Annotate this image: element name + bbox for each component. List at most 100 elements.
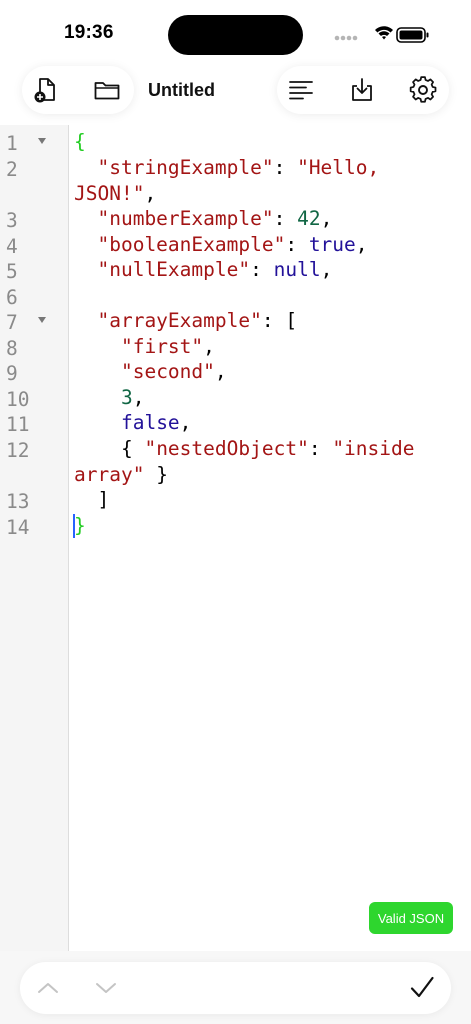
json-string: "first" [120,335,204,358]
line-number: 13 [6,490,30,513]
download-button[interactable] [346,74,378,106]
code-line: false, [74,410,191,436]
line-number: 1 [6,132,18,155]
wifi-icon [375,26,393,40]
next-error-button[interactable] [90,972,122,1004]
line-number: 12 [6,439,30,462]
json-string: "second" [120,360,215,383]
settings-button[interactable] [407,74,439,106]
status-bar: 19:36 [0,0,471,66]
json-key: "numberExample" [97,207,274,230]
punctuation: : [273,207,298,230]
json-string: JSON!" [74,182,145,205]
punctuation: , [144,182,157,205]
json-string: array" [74,463,145,486]
json-boolean: false [120,411,180,434]
code-line: 3, [74,385,145,411]
line-number: 9 [6,362,18,385]
punctuation: , [203,335,215,358]
validation-status-badge: Valid JSON [369,902,453,934]
json-string: "Hello, [297,156,380,179]
punctuation: , [355,233,368,256]
line-number: 11 [6,413,30,436]
punctuation: , [320,207,333,230]
signal-icon [334,35,358,41]
download-icon [352,78,372,101]
code-line: "numberExample": 42, [74,206,332,232]
matched-brace: } [74,514,86,537]
line-number: 3 [6,209,18,232]
status-icons [334,26,429,43]
code-line: { "nestedObject": "inside [74,436,415,462]
gutter-line: 8 [0,334,68,360]
text-cursor [73,514,75,538]
matched-brace: { [74,130,86,153]
new-document-button[interactable] [30,74,62,106]
punctuation: , [179,411,192,434]
punctuation: { [120,437,145,460]
punctuation: , [132,386,145,409]
previous-error-button[interactable] [32,972,64,1004]
gutter-line: 2 [0,155,68,181]
gear-icon [409,76,437,103]
bottom-navigation-bar [20,962,451,1014]
code-line: "booleanExample": true, [74,232,368,258]
punctuation: , [214,360,227,383]
line-number: 6 [6,286,18,309]
new-document-icon [34,78,55,103]
code-line: "arrayExample": [ [74,308,297,334]
code-line: "first", [74,334,215,360]
gutter-line: 9 [0,359,68,385]
gutter-line: 7 [0,308,68,334]
chevron-up-icon [38,983,58,993]
validate-button[interactable] [406,972,438,1004]
json-null: null [273,258,321,281]
gutter-line: 12 [0,436,68,462]
json-boolean: true [308,233,356,256]
open-folder-button[interactable] [91,74,123,106]
code-editor[interactable]: 1 2 3 4 5 6 7 8 9 10 11 12 13 14 {"stri… [0,125,471,951]
format-icon [289,81,313,100]
punctuation: [ [285,309,298,332]
code-line: "stringExample": "Hello, [74,155,379,181]
format-button[interactable] [285,74,317,106]
chevron-down-icon [96,983,116,993]
gutter-line: 10 [0,385,68,411]
toolbar-right-group [277,66,449,114]
gutter-line: 14 [0,513,68,539]
gutter-line: 6 [0,283,68,309]
json-key: "nullExample" [97,258,251,281]
gutter-line: 3 [0,206,68,232]
line-number: 7 [6,311,18,334]
folder-icon [94,82,120,100]
code-line: "second", [74,359,227,385]
fold-arrow-icon[interactable] [38,138,46,144]
punctuation: : [273,156,298,179]
json-number: 42 [297,207,321,230]
punctuation: : [308,437,333,460]
line-number: 2 [6,158,18,181]
punctuation: } [144,463,168,486]
json-key: "nestedObject" [144,437,309,460]
fold-arrow-icon[interactable] [38,317,46,323]
document-title[interactable]: Untitled [148,80,215,101]
line-number-gutter: 1 2 3 4 5 6 7 8 9 10 11 12 13 14 [0,125,69,951]
line-number: 14 [6,516,30,539]
toolbar-left-group [22,66,134,114]
dynamic-island [168,15,303,55]
code-line: { [74,129,86,155]
line-number: 8 [6,337,18,360]
code-line: "nullExample": null, [74,257,332,283]
line-number: 10 [6,388,30,411]
punctuation: : [250,258,274,281]
punctuation: : [285,233,309,256]
gutter-line: 4 [0,232,68,258]
json-string: "inside [332,437,415,460]
json-number: 3 [120,386,133,409]
json-key: "stringExample" [97,156,274,179]
line-number: 4 [6,235,18,258]
punctuation: , [320,258,333,281]
json-key: "arrayExample" [97,309,262,332]
code-line: } [74,513,86,539]
gutter-line: 11 [0,410,68,436]
